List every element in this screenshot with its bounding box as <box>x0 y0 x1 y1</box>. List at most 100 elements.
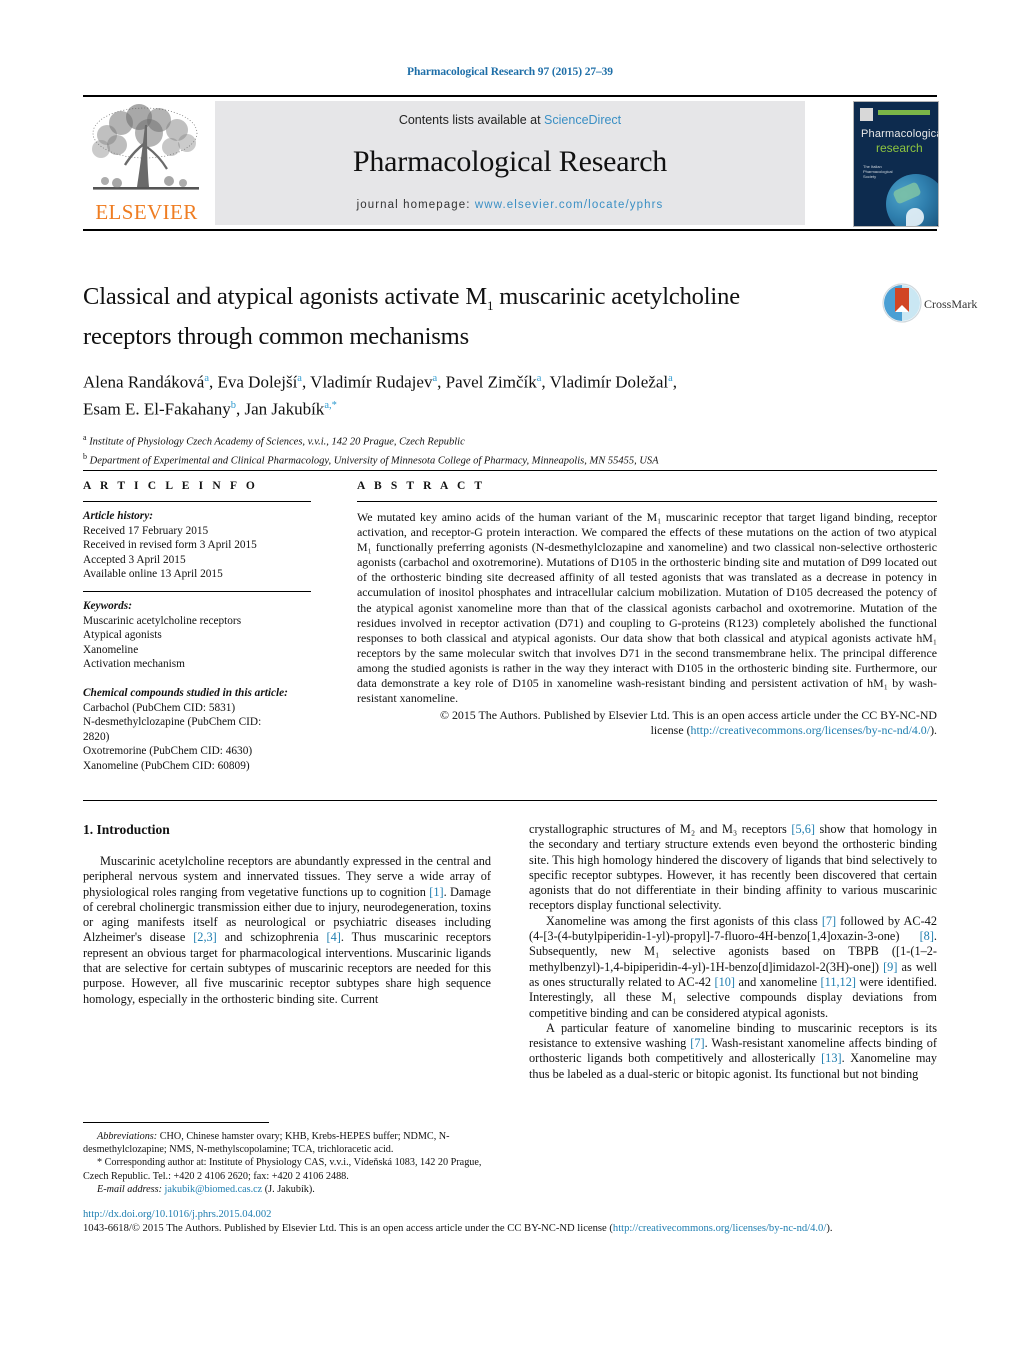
citation-ref[interactable]: [1] <box>429 885 443 899</box>
corresponding-author-note: * Corresponding author at: Institute of … <box>83 1157 482 1182</box>
article-info-rule-1 <box>83 501 311 502</box>
license-link[interactable]: http://creativecommons.org/licenses/by-n… <box>691 723 931 737</box>
email-owner: (J. Jakubík). <box>262 1183 315 1195</box>
abstract-copyright: © 2015 The Authors. Published by Elsevie… <box>357 708 937 738</box>
issn-text: 1043-6618/© 2015 The Authors. Published … <box>83 1222 613 1234</box>
author-affil-marker: a <box>432 372 438 384</box>
history-item: Available online 13 April 2015 <box>83 568 223 581</box>
author-affil-marker-corresponding: a,* <box>324 399 337 411</box>
crossmark-icon <box>882 283 922 323</box>
para-text: crystallographic structures of M₂ and M₃… <box>529 822 792 836</box>
citation-ref[interactable]: [8] <box>920 929 934 943</box>
journal-homepage-link[interactable]: www.elsevier.com/locate/yphrs <box>475 199 664 211</box>
compound-item: Oxotremorine (PubChem CID: 4630) <box>83 745 253 758</box>
para-text: and schizophrenia <box>216 930 327 945</box>
affiliation-b: b Department of Experimental and Clinica… <box>83 450 873 469</box>
bottom-metadata: http://dx.doi.org/10.1016/j.phrs.2015.04… <box>83 1208 937 1235</box>
keyword-item: Muscarinic acetylcholine receptors <box>83 614 242 627</box>
author-affil-marker: a <box>204 372 209 384</box>
citation-ref[interactable]: [11,12] <box>821 975 856 989</box>
compounds-label: Chemical compounds studied in this artic… <box>83 686 288 699</box>
compound-item: 2820) <box>83 730 110 743</box>
sciencedirect-link[interactable]: ScienceDirect <box>544 113 621 127</box>
abbreviations-label: Abbreviations: <box>97 1131 158 1142</box>
affiliations: a Institute of Physiology Czech Academy … <box>83 431 873 468</box>
license-suffix: ). <box>930 723 937 738</box>
abbreviations-note: Abbreviations: CHO, Chinese hamster ovar… <box>83 1130 491 1156</box>
history-item: Received 17 February 2015 <box>83 524 209 537</box>
email-label: E-mail address: <box>97 1183 162 1195</box>
title-part-1: Classical and atypical agonists activate… <box>83 283 487 310</box>
section-heading-introduction: 1. Introduction <box>83 822 170 837</box>
affil-marker-a: a <box>83 433 87 443</box>
compound-item: N-desmethylclozapine (PubChem CID: <box>83 716 262 729</box>
citation-ref[interactable]: [13] <box>821 1051 842 1065</box>
citation-ref[interactable]: [7] <box>822 914 836 928</box>
citation-ref[interactable]: [2,3] <box>193 930 217 944</box>
issn-suffix: ). <box>826 1222 833 1234</box>
intro-paragraph-4: A particular feature of xanomeline bindi… <box>529 1021 937 1082</box>
contents-available-line: Contents lists available at ScienceDirec… <box>215 113 805 127</box>
article-history-block: Article history: Received 17 February 20… <box>83 509 331 582</box>
cover-title-line1: Pharmacological <box>861 128 939 140</box>
compounds-block: Chemical compounds studied in this artic… <box>83 686 331 774</box>
email-note: E-mail address: jakubik@biomed.cas.cz (J… <box>83 1183 491 1196</box>
crossmark-badge[interactable]: CrossMark <box>882 283 977 327</box>
citation-ref[interactable]: [7] <box>690 1036 704 1050</box>
keyword-item: Atypical agonists <box>83 629 162 642</box>
compound-item: Xanomeline (PubChem CID: 60809) <box>83 759 250 772</box>
affil-marker-b: b <box>83 451 87 461</box>
cover-illustration <box>886 174 938 226</box>
citation-ref[interactable]: [5,6] <box>791 822 815 836</box>
history-item: Received in revised form 3 April 2015 <box>83 539 257 552</box>
journal-cover-thumbnail[interactable]: Pharmacological research The Italian Pha… <box>853 101 939 227</box>
citation-ref[interactable]: [9] <box>883 960 897 974</box>
issn-license-link[interactable]: http://creativecommons.org/licenses/by-n… <box>613 1223 826 1234</box>
abstract-bottom-rule <box>83 800 937 801</box>
para-text: Xanomeline was among the first agonists … <box>546 913 822 928</box>
title-part-2: muscarinic acetylcholine <box>493 283 740 310</box>
crossmark-label: CrossMark <box>924 297 978 311</box>
author-affil-marker: a <box>297 372 302 384</box>
contents-prefix: Contents lists available at <box>398 113 545 127</box>
keywords-label: Keywords: <box>83 599 132 612</box>
affiliation-a-text: Institute of Physiology Czech Academy of… <box>89 436 465 448</box>
cover-square-icon <box>860 108 873 121</box>
compound-item: Carbachol (PubChem CID: 5831) <box>83 701 236 714</box>
elsevier-logo: ELSEVIER <box>83 101 210 225</box>
keywords-block: Keywords: Muscarinic acetylcholine recep… <box>83 599 331 672</box>
article-history-label: Article history: <box>83 510 153 522</box>
homepage-prefix: journal homepage: <box>356 199 475 211</box>
cover-green-bar <box>878 110 930 115</box>
intro-paragraph-2: crystallographic structures of M₂ and M₃… <box>529 822 937 914</box>
affiliation-a: a Institute of Physiology Czech Academy … <box>83 431 873 450</box>
journal-masthead: ELSEVIER Contents lists available at Sci… <box>83 95 939 231</box>
cover-title-line2: research <box>876 141 923 155</box>
email-link[interactable]: jakubik@biomed.cas.cz <box>165 1184 263 1195</box>
author-affil-marker: a <box>668 372 673 384</box>
affiliation-b-text: Department of Experimental and Clinical … <box>89 455 659 467</box>
article-info-rule-2 <box>83 590 311 592</box>
copyright-text: © 2015 The Authors. Published by Elsevie… <box>439 708 937 723</box>
body-column-left: 1. Introduction Muscarinic acetylcholine… <box>83 822 491 1007</box>
paper-page: Pharmacological Research 97 (2015) 27–39 <box>0 0 1020 1351</box>
elsevier-wordmark: ELSEVIER <box>95 200 198 224</box>
abstract-body: We mutated key amino acids of the human … <box>357 510 937 706</box>
abstract-column: A B S T R A C T We mutated key amino aci… <box>357 480 937 738</box>
footnote-separator <box>83 1122 269 1123</box>
citation-ref[interactable]: [10] <box>714 975 735 989</box>
author-affil-marker: a <box>536 372 542 384</box>
intro-paragraph-1: Muscarinic acetylcholine receptors are a… <box>83 854 491 1007</box>
cover-society-badge: The Italian Pharmacological Society <box>863 164 893 179</box>
title-part-3: receptors through common mechanisms <box>83 322 469 350</box>
article-info-column: A R T I C L E I N F O Article history: R… <box>83 480 331 774</box>
title-block: Classical and atypical agonists activate… <box>83 281 873 468</box>
doi-link[interactable]: http://dx.doi.org/10.1016/j.phrs.2015.04… <box>83 1208 937 1222</box>
abstract-heading: A B S T R A C T <box>357 480 486 492</box>
running-head: Pharmacological Research 97 (2015) 27–39 <box>407 66 613 78</box>
keyword-item: Activation mechanism <box>83 658 185 671</box>
issn-copyright-line: 1043-6618/© 2015 The Authors. Published … <box>83 1222 937 1236</box>
article-info-heading: A R T I C L E I N F O <box>83 480 258 492</box>
license-prefix: license ( <box>650 723 691 738</box>
citation-ref[interactable]: [4] <box>327 930 341 944</box>
